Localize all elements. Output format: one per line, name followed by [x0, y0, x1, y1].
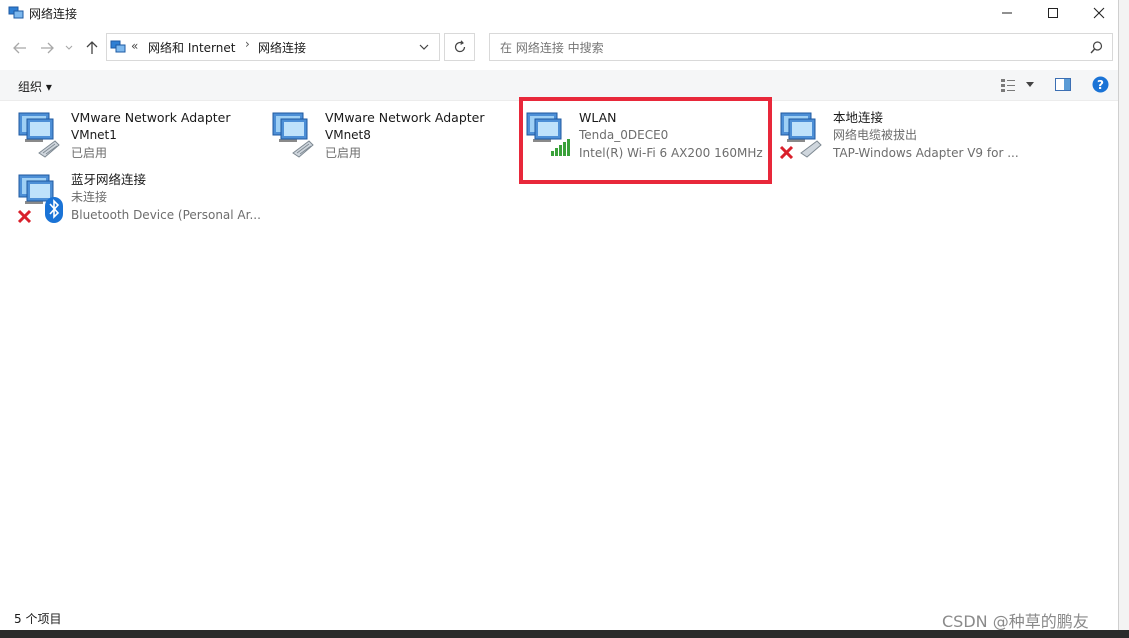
- chevron-down-icon: [65, 45, 73, 50]
- close-icon: [1093, 7, 1105, 19]
- forward-button[interactable]: [39, 40, 55, 56]
- change-view-button[interactable]: [1000, 77, 1038, 93]
- signal-bars-icon: [551, 139, 570, 156]
- arrow-left-icon: [13, 42, 26, 54]
- address-bar[interactable]: « 网络和 Internet › 网络连接: [106, 33, 440, 61]
- refresh-icon: [454, 40, 465, 53]
- window-edge: [1118, 0, 1129, 638]
- item-status: 已启用: [71, 146, 108, 160]
- item-name: VMware Network Adapter: [71, 110, 231, 125]
- help-button[interactable]: ?: [1092, 76, 1109, 96]
- list-item-bluetooth-connection[interactable]: 蓝牙网络连接 未连接 Bluetooth Device (Personal Ar…: [17, 171, 267, 231]
- breadcrumb-separator-icon: ›: [245, 37, 250, 51]
- item-status: Bluetooth Device (Personal Ar...: [71, 208, 261, 222]
- arrow-right-icon: [41, 42, 54, 54]
- back-button[interactable]: [12, 40, 28, 56]
- breadcrumb-overflow[interactable]: «: [131, 39, 138, 53]
- refresh-button[interactable]: [444, 33, 475, 61]
- breadcrumb-network-internet[interactable]: 网络和 Internet: [148, 39, 235, 56]
- maximize-button[interactable]: [1030, 0, 1076, 26]
- maximize-icon: [1048, 8, 1058, 18]
- breadcrumb-network-connections[interactable]: 网络连接: [258, 39, 306, 56]
- network-adapter-icon: [18, 112, 60, 158]
- svg-text:?: ?: [1097, 78, 1104, 92]
- view-details-icon: [1001, 79, 1015, 92]
- close-button[interactable]: [1076, 0, 1122, 26]
- preview-pane-button[interactable]: [1055, 77, 1071, 95]
- search-box[interactable]: [489, 33, 1113, 61]
- list-item-vmnet8[interactable]: VMware Network Adapter VMnet8 已启用: [271, 109, 521, 169]
- item-count: 5 个项目: [14, 612, 62, 626]
- list-item-local-connection[interactable]: 本地连接 网络电缆被拔出 TAP-Windows Adapter V9 for …: [779, 109, 1029, 169]
- watermark: CSDN @种草的鹏友: [942, 612, 1089, 631]
- network-adapter-disconnected-icon: [779, 112, 822, 159]
- explorer-window: 网络连接 « 网络和 Internet › 网络连接 在 网络连接 中搜索 组织…: [0, 0, 1118, 630]
- help-icon: ?: [1092, 76, 1109, 93]
- list-item-wlan[interactable]: WLAN Tenda_0DECE0 Intel(R) Wi-Fi 6 AX200…: [525, 109, 775, 169]
- item-status: Intel(R) Wi-Fi 6 AX200 160MHz: [579, 146, 763, 160]
- bluetooth-icon: [45, 197, 63, 223]
- error-x-icon: [779, 145, 794, 159]
- item-name: WLAN: [579, 110, 617, 125]
- window-title: 网络连接: [29, 7, 78, 21]
- network-adapter-icon: [272, 112, 314, 158]
- item-name: VMware Network Adapter: [325, 110, 485, 125]
- title-bar: 网络连接: [0, 0, 1118, 28]
- item-detail: VMnet8: [325, 128, 371, 142]
- network-connections-icon: [8, 6, 24, 19]
- search-input[interactable]: [498, 38, 1072, 58]
- item-status: TAP-Windows Adapter V9 for ...: [833, 146, 1019, 160]
- view-chevron-down-icon: [1026, 82, 1034, 87]
- item-name: 蓝牙网络连接: [71, 172, 147, 187]
- item-detail: VMnet1: [71, 128, 117, 142]
- item-detail: 网络电缆被拔出: [833, 128, 918, 142]
- bluetooth-adapter-icon: [17, 174, 63, 224]
- arrow-up-icon: [86, 41, 98, 54]
- up-button[interactable]: [84, 40, 100, 56]
- preview-pane-icon: [1055, 78, 1071, 91]
- error-x-icon: [17, 209, 32, 224]
- item-detail: 未连接: [71, 190, 108, 204]
- list-item-vmnet1[interactable]: VMware Network Adapter VMnet1 已启用: [17, 109, 267, 169]
- recent-locations-button[interactable]: [64, 40, 74, 56]
- command-bar: 组织 ▾ ?: [0, 70, 1118, 101]
- item-detail: Tenda_0DECE0: [579, 128, 669, 142]
- address-history-chevron-icon[interactable]: [419, 44, 429, 51]
- item-name: 本地连接: [833, 110, 884, 125]
- minimize-icon: [1002, 12, 1012, 14]
- minimize-button[interactable]: [984, 0, 1030, 26]
- search-icon[interactable]: [1090, 41, 1103, 54]
- organize-button[interactable]: 组织 ▾: [18, 78, 52, 95]
- control-panel-icon: [110, 40, 126, 53]
- wifi-adapter-icon: [526, 112, 570, 156]
- item-status: 已启用: [325, 146, 362, 160]
